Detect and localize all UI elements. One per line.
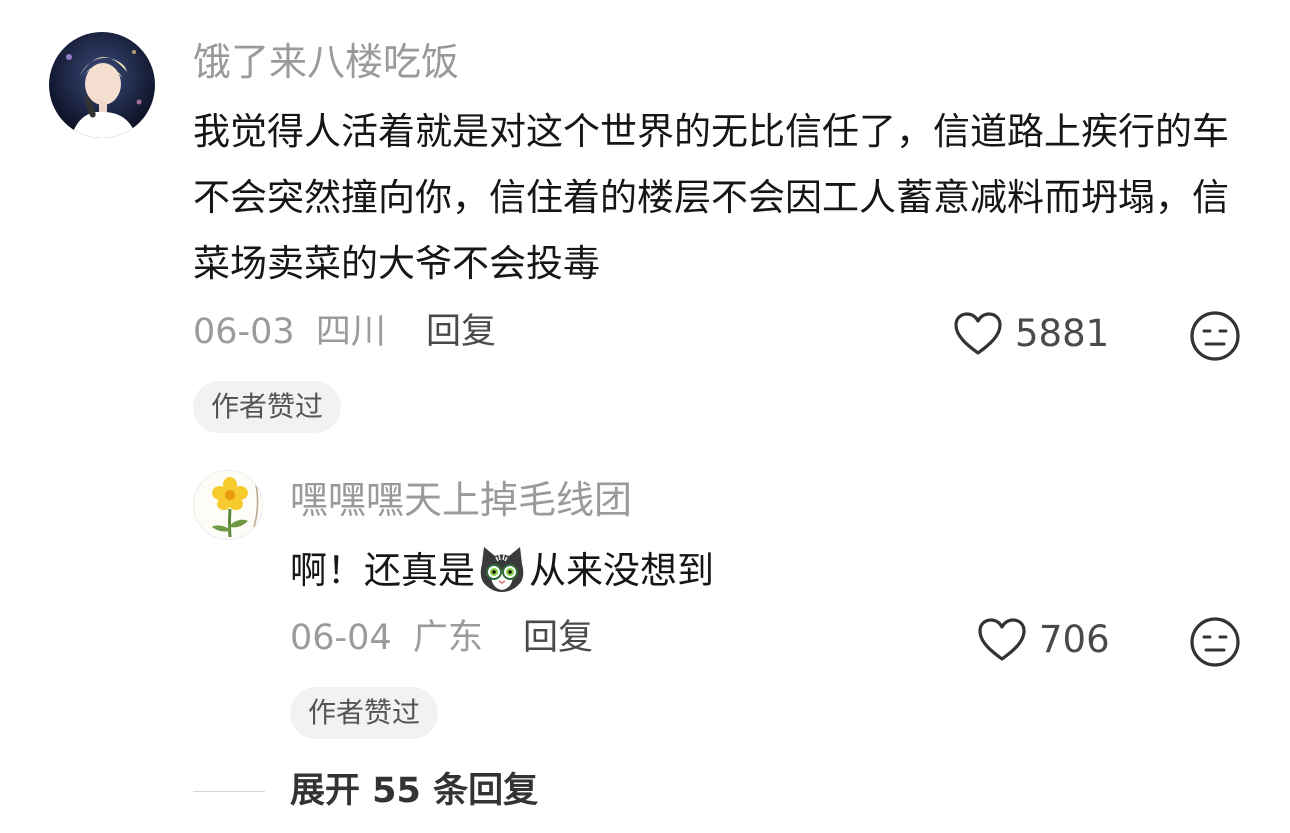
cat-emoji-icon xyxy=(477,544,527,594)
heart-icon xyxy=(977,618,1027,662)
expand-replies-button[interactable]: 展开 55 条回复 xyxy=(290,769,538,813)
comment-text: 我觉得人活着就是对这个世界的无比信任了，信道路上疾行的车不会突然撞向你，信住着的… xyxy=(193,110,1229,285)
author-liked-badge: 作者赞过 xyxy=(193,381,342,433)
comment-username[interactable]: 嘿嘿嘿天上掉毛线团 xyxy=(290,478,632,522)
reply-button[interactable]: 回复 xyxy=(426,310,496,354)
comment-username[interactable]: 饿了来八楼吃饭 xyxy=(193,40,459,84)
comment-location: 广东 xyxy=(412,618,483,658)
dislike-button[interactable] xyxy=(1189,310,1241,366)
like-button[interactable]: 5881 xyxy=(953,312,1109,356)
comment-location: 四川 xyxy=(315,312,386,352)
avatar[interactable] xyxy=(49,32,155,138)
author-liked-badge: 作者赞过 xyxy=(290,687,439,739)
expand-divider xyxy=(193,791,265,792)
heart-icon xyxy=(953,312,1003,356)
comment-meta: 06-04 广东 xyxy=(290,616,483,660)
meh-face-icon xyxy=(1189,310,1241,362)
like-button[interactable]: 706 xyxy=(977,618,1110,662)
like-count: 706 xyxy=(1039,618,1110,661)
avatar[interactable] xyxy=(193,470,263,540)
comment-text-end: 从来没想到 xyxy=(529,549,714,592)
comment-meta: 06-03 四川 xyxy=(193,310,386,354)
like-count: 5881 xyxy=(1015,312,1110,355)
reply-button[interactable]: 回复 xyxy=(523,616,593,660)
dislike-button[interactable] xyxy=(1189,616,1241,672)
comment-text-start: 啊！还真是 xyxy=(290,549,475,592)
comment-date: 06-03 xyxy=(193,312,295,352)
comment-text: 啊！还真是 从来没想到 xyxy=(290,538,714,604)
meh-face-icon xyxy=(1189,616,1241,668)
comment-date: 06-04 xyxy=(290,618,392,658)
